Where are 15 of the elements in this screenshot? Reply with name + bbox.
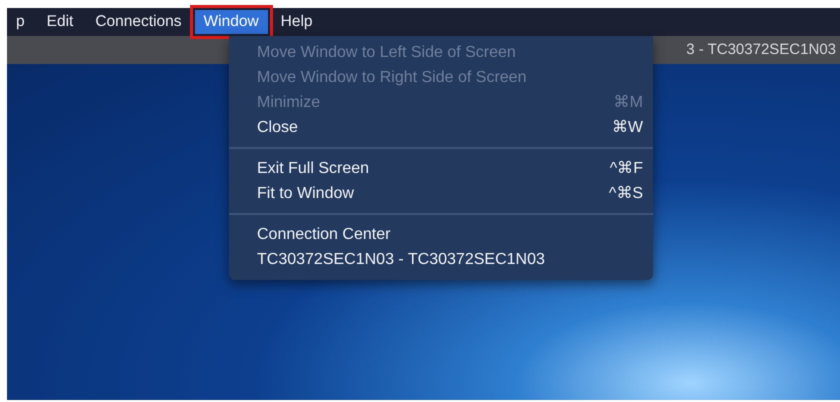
menu-bar-item[interactable]: Edit	[38, 10, 82, 34]
menu-bar-item[interactable]: p	[7, 10, 34, 34]
menu-bar-item[interactable]: Window	[194, 10, 268, 34]
window-title: 3 - TC30372SEC1N03	[686, 40, 836, 60]
menu-item[interactable]: Exit Full Screen	[257, 156, 370, 180]
keyboard-shortcut: ⌘M	[614, 92, 643, 112]
keyboard-shortcut: ^⌘S	[608, 184, 643, 204]
keyboard-shortcut: ⌘W	[612, 118, 643, 138]
menu-bar-item[interactable]: Help	[272, 10, 322, 34]
menu-bar-item[interactable]: Connections	[86, 10, 191, 34]
menu-item[interactable]: Fit to Window	[257, 182, 354, 206]
keyboard-shortcut: ^⌘F	[610, 158, 643, 178]
menu-item[interactable]: TC30372SEC1N03 - TC30372SEC1N03	[257, 248, 545, 272]
menu-item[interactable]: Connection Center	[257, 222, 390, 246]
menu-item[interactable]: Close	[257, 116, 298, 140]
